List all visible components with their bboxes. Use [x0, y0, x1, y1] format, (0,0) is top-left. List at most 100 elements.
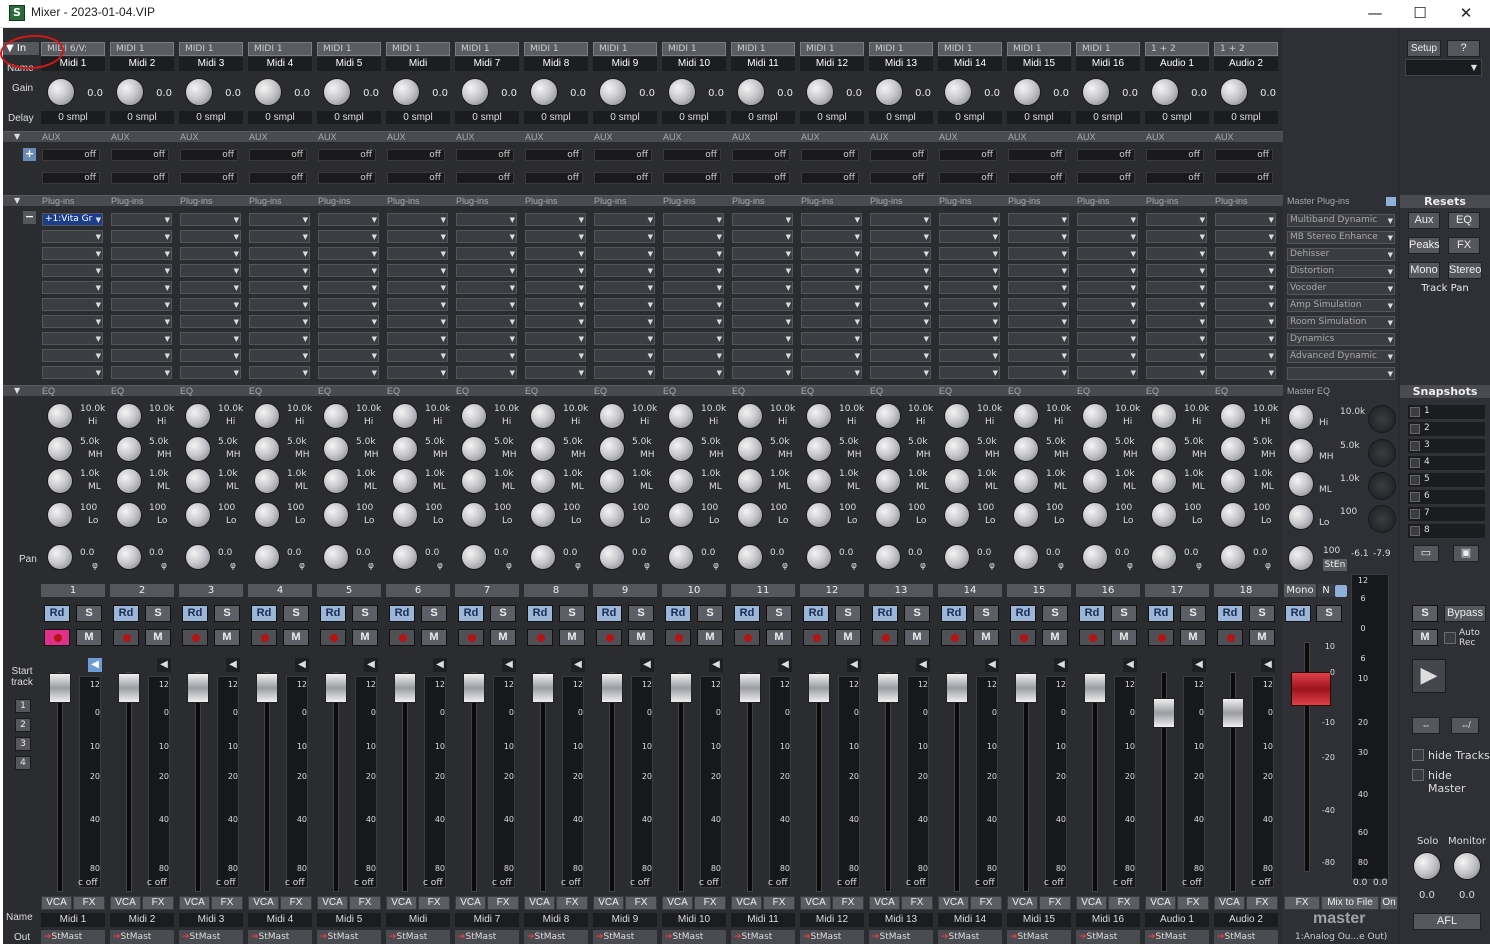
collapse-arrow-icon[interactable]: ▼: [14, 196, 20, 205]
vca-button[interactable]: VCA: [1145, 896, 1176, 910]
aux-send-1[interactable]: off: [456, 149, 514, 161]
master-pan-knob[interactable]: [1288, 545, 1314, 571]
speaker-icon[interactable]: ◀: [709, 658, 723, 672]
snapshot-folder-icon[interactable]: ▭: [1413, 545, 1439, 562]
rd-button[interactable]: Rd: [1148, 605, 1174, 622]
plugin-slot[interactable]: ▼: [1146, 213, 1207, 226]
input-select[interactable]: MIDI 1: [938, 42, 1002, 56]
maximize-button[interactable]: ☐: [1397, 0, 1443, 28]
plugin-slot[interactable]: ▼: [801, 366, 862, 379]
fader-handle[interactable]: [601, 673, 623, 703]
plugin-slot[interactable]: ▼: [111, 349, 172, 362]
eq-knob[interactable]: [1082, 468, 1108, 494]
fader-track[interactable]: [471, 672, 477, 892]
plugin-slot[interactable]: ▼: [1215, 247, 1276, 260]
plugin-slot[interactable]: ▼: [525, 264, 586, 277]
delay-value[interactable]: 0 smpl: [938, 111, 1002, 124]
plugin-slot[interactable]: ▼: [456, 264, 517, 277]
vca-button[interactable]: VCA: [455, 896, 486, 910]
plugin-slot[interactable]: ▼: [732, 281, 793, 294]
plugin-slot[interactable]: ▼: [1077, 264, 1138, 277]
phase-icon[interactable]: φ: [161, 561, 167, 571]
vca-button[interactable]: VCA: [869, 896, 900, 910]
fader-handle[interactable]: [256, 673, 278, 703]
channel-name[interactable]: Midi 12: [800, 57, 864, 71]
plugin-slot[interactable]: ▼: [111, 281, 172, 294]
plugin-slot[interactable]: ▼: [1215, 298, 1276, 311]
mute-button[interactable]: M: [835, 629, 861, 646]
plugin-slot[interactable]: ▼: [1008, 315, 1069, 328]
eq-knob[interactable]: [254, 403, 280, 429]
start-track-button-1[interactable]: 1: [15, 699, 31, 713]
pan-knob[interactable]: [1082, 544, 1108, 570]
solo-button[interactable]: S: [559, 605, 585, 622]
eq-knob[interactable]: [944, 403, 970, 429]
eq-knob[interactable]: [1082, 436, 1108, 462]
rd-button[interactable]: Rd: [1010, 605, 1036, 622]
plugin-slot[interactable]: ▼: [318, 315, 379, 328]
aux-send-2[interactable]: off: [801, 172, 859, 184]
master-plugin-slot[interactable]: Amp Simulation ▼: [1287, 299, 1395, 312]
record-button[interactable]: [320, 629, 346, 646]
plugin-slot[interactable]: ▼: [1215, 264, 1276, 277]
eq-knob[interactable]: [323, 502, 349, 528]
master-eq-knob[interactable]: [1288, 404, 1314, 430]
plugin-slot[interactable]: ▼: [663, 281, 724, 294]
snapshot-row[interactable]: 7: [1408, 507, 1485, 522]
snapshot-checkbox[interactable]: [1410, 407, 1420, 417]
plugin-slot[interactable]: ▼: [42, 315, 103, 328]
plugin-slot[interactable]: ▼: [801, 264, 862, 277]
plugin-slot[interactable]: ▼: [1077, 213, 1138, 226]
plugin-slot[interactable]: ▼: [732, 247, 793, 260]
eq-knob[interactable]: [875, 468, 901, 494]
delay-value[interactable]: 0 smpl: [110, 111, 174, 124]
plugin-slot[interactable]: ▼: [1077, 298, 1138, 311]
pan-knob[interactable]: [323, 544, 349, 570]
aux-send-2[interactable]: off: [387, 172, 445, 184]
plugin-slot[interactable]: ▼: [387, 247, 448, 260]
fader-track[interactable]: [678, 672, 684, 892]
master-plugin-slot[interactable]: Vocoder ▼: [1287, 282, 1395, 295]
eq-knob[interactable]: [323, 468, 349, 494]
input-select[interactable]: 1 + 2: [1145, 42, 1209, 56]
plugin-slot[interactable]: ▼: [456, 366, 517, 379]
plugin-slot[interactable]: ▼: [732, 264, 793, 277]
bypass-button[interactable]: Bypass: [1444, 605, 1486, 622]
plugin-slot[interactable]: ▼: [318, 366, 379, 379]
mute-button[interactable]: M: [421, 629, 447, 646]
phase-icon[interactable]: φ: [437, 561, 443, 571]
phase-icon[interactable]: φ: [575, 561, 581, 571]
solo-button[interactable]: S: [352, 605, 378, 622]
input-select[interactable]: MIDI 1: [386, 42, 450, 56]
eq-knob[interactable]: [599, 468, 625, 494]
aux-send-1[interactable]: off: [594, 149, 652, 161]
snapshot-row[interactable]: 5: [1408, 473, 1485, 488]
plugin-slot[interactable]: ▼: [180, 332, 241, 345]
eq-knob[interactable]: [530, 436, 556, 462]
plugin-slot[interactable]: ▼: [594, 264, 655, 277]
master-fx-button[interactable]: FX: [1284, 896, 1320, 910]
pan-knob[interactable]: [47, 544, 73, 570]
eq-knob[interactable]: [116, 436, 142, 462]
master-plugin-slot[interactable]: Multiband Dynamic ▼: [1287, 214, 1395, 227]
aux-send-1[interactable]: off: [1077, 149, 1135, 161]
master-rd-button[interactable]: Rd: [1285, 605, 1311, 622]
plugin-slot[interactable]: ▼: [1146, 281, 1207, 294]
speaker-icon[interactable]: ◀: [985, 658, 999, 672]
record-button[interactable]: [1148, 629, 1174, 646]
plugin-slot[interactable]: ▼: [42, 298, 103, 311]
pan-knob[interactable]: [668, 544, 694, 570]
link-icon[interactable]: [1335, 585, 1347, 597]
phase-icon[interactable]: φ: [368, 561, 374, 571]
plugin-slot[interactable]: ▼: [249, 298, 310, 311]
fader-handle[interactable]: [808, 673, 830, 703]
delay-value[interactable]: 0 smpl: [662, 111, 726, 124]
phase-icon[interactable]: φ: [989, 561, 995, 571]
record-button[interactable]: [251, 629, 277, 646]
plugin-slot[interactable]: ▼: [1215, 332, 1276, 345]
plugin-slot[interactable]: ▼: [594, 315, 655, 328]
mute-button[interactable]: M: [904, 629, 930, 646]
gain-knob[interactable]: [944, 78, 972, 106]
plugin-slot[interactable]: ▼: [663, 213, 724, 226]
eq-knob[interactable]: [1151, 436, 1177, 462]
